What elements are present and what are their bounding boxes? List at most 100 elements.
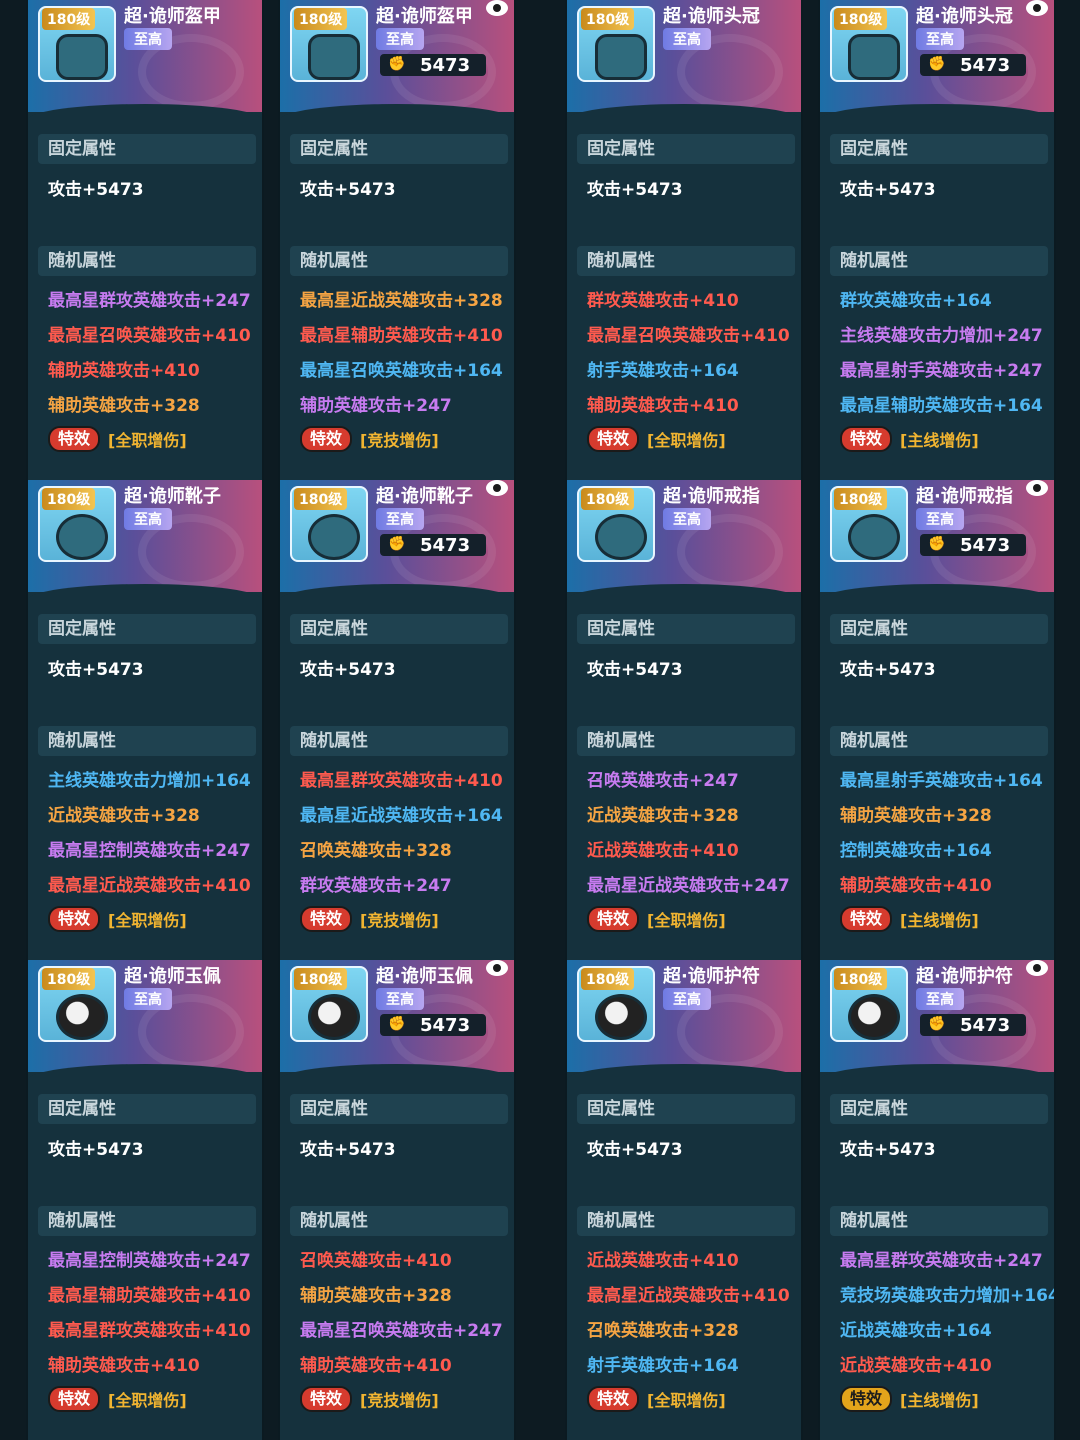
item-name: 超·诡师靴子 — [376, 486, 473, 507]
random-attr-heading: 随机属性 — [290, 1206, 508, 1236]
effect-tag[interactable]: [全职增伤] — [647, 427, 726, 451]
equipment-card[interactable]: 180级 超·诡师靴子 至高 ✊ 5473 固定属性 攻击+5473 随机属性 最高星群攻英雄攻… — [278, 480, 516, 960]
lock-icon[interactable] — [486, 960, 508, 976]
fixed-attr-heading: 固定属性 — [290, 1094, 508, 1124]
rank-badge: 至高 — [376, 508, 424, 530]
equipment-card[interactable]: 180级 超·诡师护符 至高 ✊ 5473 固定属性 攻击+5473 随机属性 最高星群攻英雄攻… — [818, 960, 1056, 1440]
item-icon-frame[interactable]: 180级 — [577, 966, 655, 1042]
item-name: 超·诡师护符 — [916, 966, 1013, 987]
random-attr-line: 辅助英雄攻击+410 — [840, 876, 992, 896]
random-attr-line: 最高星召唤英雄攻击+164 — [300, 361, 503, 381]
item-icon-frame[interactable]: 180级 — [290, 486, 368, 562]
item-icon-frame[interactable]: 180级 — [830, 6, 908, 82]
equipment-card[interactable]: 180级 超·诡师头冠 至高 ✊ 5473 固定属性 攻击+5473 随机属性 群攻英雄攻击+1… — [818, 0, 1056, 480]
random-attr-line: 近战英雄攻击+410 — [840, 1356, 992, 1376]
lock-icon[interactable] — [486, 0, 508, 16]
rank-badge: 至高 — [124, 988, 172, 1010]
rank-badge: 至高 — [916, 988, 964, 1010]
random-attr-heading: 随机属性 — [38, 1206, 256, 1236]
equipment-card[interactable]: 180级 超·诡师靴子 至高 固定属性 攻击+5473 随机属性 主线英雄攻击力增加+164… — [26, 480, 264, 960]
equipment-card[interactable]: 180级 超·诡师戒指 至高 固定属性 攻击+5473 随机属性 召唤英雄攻击+247 近战英… — [565, 480, 803, 960]
power-value: 5473 — [960, 1015, 1011, 1036]
fixed-attr-value: 攻击+5473 — [840, 180, 936, 200]
effect-tag[interactable]: [主线增伤] — [900, 1387, 979, 1411]
random-attr-line: 控制英雄攻击+164 — [840, 841, 992, 861]
equipment-card[interactable]: 180级 超·诡师盔甲 至高 固定属性 攻击+5473 随机属性 最高星群攻英雄攻击+247… — [26, 0, 264, 480]
random-attr-line: 辅助英雄攻击+410 — [300, 1356, 452, 1376]
rank-badge: 至高 — [663, 988, 711, 1010]
effect-tag[interactable]: [全职增伤] — [647, 1387, 726, 1411]
item-name: 超·诡师玉佩 — [376, 966, 473, 987]
item-icon-frame[interactable]: 180级 — [577, 486, 655, 562]
equipment-card[interactable]: 180级 超·诡师护符 至高 固定属性 攻击+5473 随机属性 近战英雄攻击+410 最高星… — [565, 960, 803, 1440]
effect-tag[interactable]: [全职增伤] — [108, 1387, 187, 1411]
fixed-attr-heading: 固定属性 — [290, 134, 508, 164]
random-attr-line: 最高星控制英雄攻击+247 — [48, 1251, 251, 1271]
item-icon-frame[interactable]: 180级 — [38, 6, 116, 82]
effect-tag[interactable]: [竞技增伤] — [360, 1387, 439, 1411]
item-name: 超·诡师头冠 — [916, 6, 1013, 27]
effect-tag[interactable]: [竞技增伤] — [360, 427, 439, 451]
effect-tag[interactable]: [全职增伤] — [108, 427, 187, 451]
rank-badge: 至高 — [916, 28, 964, 50]
equipment-card[interactable]: 180级 超·诡师戒指 至高 ✊ 5473 固定属性 攻击+5473 随机属性 最高星射手英雄攻… — [818, 480, 1056, 960]
lock-icon[interactable] — [1026, 960, 1048, 976]
random-attr-line: 最高星近战英雄攻击+247 — [587, 876, 790, 896]
random-attr-line: 近战英雄攻击+328 — [587, 806, 739, 826]
level-badge: 180级 — [834, 488, 888, 510]
rank-badge: 至高 — [124, 508, 172, 530]
random-attr-line: 最高星射手英雄攻击+164 — [840, 771, 1043, 791]
lock-icon[interactable] — [1026, 0, 1048, 16]
item-name: 超·诡师盔甲 — [124, 6, 221, 27]
random-attr-line: 辅助英雄攻击+328 — [840, 806, 992, 826]
power-value: 5473 — [420, 535, 471, 556]
effect-tag[interactable]: [主线增伤] — [900, 907, 979, 931]
effect-badge: 特效 — [840, 426, 893, 452]
effect-badge: 特效 — [48, 1386, 101, 1412]
crown-icon — [848, 34, 900, 80]
equipment-card[interactable]: 180级 超·诡师玉佩 至高 ✊ 5473 固定属性 攻击+5473 随机属性 召唤英雄攻击+4… — [278, 960, 516, 1440]
random-attr-line: 辅助英雄攻击+247 — [300, 396, 452, 416]
fixed-attr-heading: 固定属性 — [577, 134, 795, 164]
item-icon-frame[interactable]: 180级 — [290, 6, 368, 82]
random-attr-line: 群攻英雄攻击+410 — [587, 291, 739, 311]
random-attr-line: 最高星近战英雄攻击+328 — [300, 291, 503, 311]
item-icon-frame[interactable]: 180级 — [577, 6, 655, 82]
item-icon-frame[interactable]: 180级 — [38, 486, 116, 562]
equipment-card[interactable]: 180级 超·诡师头冠 至高 固定属性 攻击+5473 随机属性 群攻英雄攻击+410 最高星… — [565, 0, 803, 480]
random-attr-heading: 随机属性 — [38, 246, 256, 276]
equipment-card[interactable]: 180级 超·诡师盔甲 至高 ✊ 5473 固定属性 攻击+5473 随机属性 最高星近战英雄攻… — [278, 0, 516, 480]
random-attr-heading: 随机属性 — [830, 726, 1048, 756]
rank-badge: 至高 — [663, 508, 711, 530]
power-display: ✊ 5473 — [380, 534, 486, 556]
rank-badge: 至高 — [376, 988, 424, 1010]
effect-tag[interactable]: [全职增伤] — [108, 907, 187, 931]
power-value: 5473 — [420, 1015, 471, 1036]
equipment-card[interactable]: 180级 超·诡师玉佩 至高 固定属性 攻击+5473 随机属性 最高星控制英雄攻击+247… — [26, 960, 264, 1440]
effect-tag[interactable]: [全职增伤] — [647, 907, 726, 931]
armor-icon — [308, 34, 360, 80]
item-icon-frame[interactable]: 180级 — [830, 486, 908, 562]
fixed-attr-heading: 固定属性 — [830, 1094, 1048, 1124]
effect-tag[interactable]: [竞技增伤] — [360, 907, 439, 931]
random-attr-heading: 随机属性 — [38, 726, 256, 756]
fixed-attr-value: 攻击+5473 — [300, 660, 396, 680]
effect-badge: 特效 — [300, 1386, 353, 1412]
level-badge: 180级 — [581, 968, 635, 990]
amulet-icon — [848, 994, 900, 1040]
effect-badge: 特效 — [840, 1386, 893, 1412]
random-attr-line: 召唤英雄攻击+328 — [587, 1321, 739, 1341]
item-icon-frame[interactable]: 180级 — [38, 966, 116, 1042]
fist-icon: ✊ — [928, 536, 946, 552]
item-icon-frame[interactable]: 180级 — [290, 966, 368, 1042]
effect-tag[interactable]: [主线增伤] — [900, 427, 979, 451]
ring-icon — [595, 514, 647, 560]
random-attr-line: 召唤英雄攻击+247 — [587, 771, 739, 791]
lock-icon[interactable] — [486, 480, 508, 496]
fixed-attr-heading: 固定属性 — [830, 614, 1048, 644]
lock-icon[interactable] — [1026, 480, 1048, 496]
random-attr-heading: 随机属性 — [830, 1206, 1048, 1236]
effect-badge: 特效 — [48, 426, 101, 452]
fist-icon: ✊ — [388, 56, 406, 72]
item-icon-frame[interactable]: 180级 — [830, 966, 908, 1042]
